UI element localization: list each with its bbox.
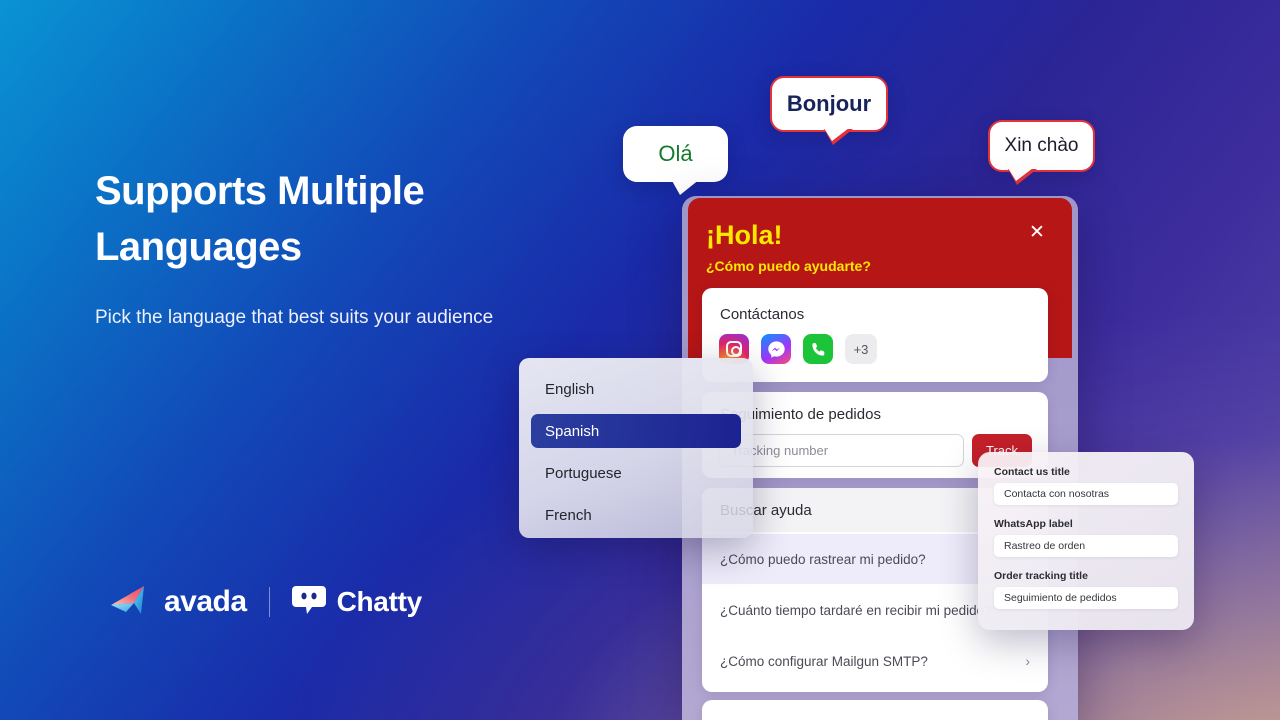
tracking-number-input[interactable]: Tracking number bbox=[718, 434, 964, 467]
language-option-spanish[interactable]: Spanish bbox=[531, 414, 741, 448]
brand-divider bbox=[268, 587, 270, 617]
contact-us-title-field[interactable]: Contacta con nosotras bbox=[994, 483, 1178, 505]
faq-question-text: ¿Cuánto tiempo tardaré en recibir mi ped… bbox=[720, 602, 992, 618]
faq-question-text: ¿Cómo configurar Mailgun SMTP? bbox=[720, 653, 928, 669]
chatty-wordmark: Chatty bbox=[336, 586, 423, 617]
language-dropdown[interactable]: English Spanish Portuguese French bbox=[519, 358, 753, 538]
bubble-tail-inner bbox=[1008, 168, 1033, 181]
faq-card-next bbox=[702, 700, 1048, 720]
avada-plane-icon bbox=[110, 583, 154, 622]
language-option-english[interactable]: English bbox=[531, 372, 741, 406]
faq-item[interactable]: ¿Cómo configurar Mailgun SMTP? › bbox=[702, 636, 1048, 686]
bubble-tail bbox=[671, 179, 700, 195]
bubble-tail-inner bbox=[824, 128, 849, 141]
widget-greeting: ¡Hola! bbox=[706, 220, 783, 250]
chatty-logo: Chatty bbox=[291, 583, 423, 622]
contact-card-title: Contáctanos bbox=[720, 306, 805, 323]
phone-icon[interactable] bbox=[803, 334, 833, 364]
order-tracking-title-field[interactable]: Seguimiento de pedidos bbox=[994, 587, 1178, 609]
speech-bubble-xinchao-text: Xin chào bbox=[1004, 135, 1079, 156]
language-option-french[interactable]: French bbox=[531, 498, 741, 532]
chat-bubble-icon bbox=[291, 583, 326, 622]
whatsapp-label-field[interactable]: Rastreo de orden bbox=[994, 535, 1178, 557]
page-title: Supports Multiple Languages bbox=[95, 169, 425, 269]
brand-lockup: avada Chatty bbox=[110, 580, 422, 624]
language-option-portuguese[interactable]: Portuguese bbox=[531, 456, 741, 490]
page-subtitle: Pick the language that best suits your a… bbox=[95, 307, 494, 328]
speech-bubble-bonjour-text: Bonjour bbox=[786, 91, 872, 116]
close-icon[interactable]: ✕ bbox=[1027, 223, 1047, 243]
chevron-right-icon: › bbox=[1025, 653, 1030, 669]
avada-logo: avada bbox=[110, 583, 247, 622]
speech-bubble-bonjour: Bonjour bbox=[770, 76, 888, 145]
order-tracking-title-label: Order tracking title bbox=[994, 570, 1088, 582]
more-channels-badge[interactable]: +3 bbox=[845, 334, 877, 364]
messenger-icon[interactable] bbox=[761, 334, 791, 364]
avada-wordmark: avada bbox=[164, 585, 247, 618]
translation-settings-panel: Contact us title Contacta con nosotras W… bbox=[978, 452, 1194, 630]
speech-bubble-ola-text: Olá bbox=[658, 141, 693, 166]
faq-question-text: ¿Cómo puedo rastrear mi pedido? bbox=[720, 551, 926, 567]
whatsapp-label-label: WhatsApp label bbox=[994, 518, 1073, 530]
speech-bubble-ola: Olá bbox=[623, 126, 728, 195]
contact-us-title-label: Contact us title bbox=[994, 466, 1070, 478]
contact-us-card: Contáctanos +3 bbox=[702, 288, 1048, 382]
speech-bubble-xinchao: Xin chào bbox=[988, 120, 1095, 185]
widget-subgreeting: ¿Cómo puedo ayudarte? bbox=[706, 258, 871, 274]
